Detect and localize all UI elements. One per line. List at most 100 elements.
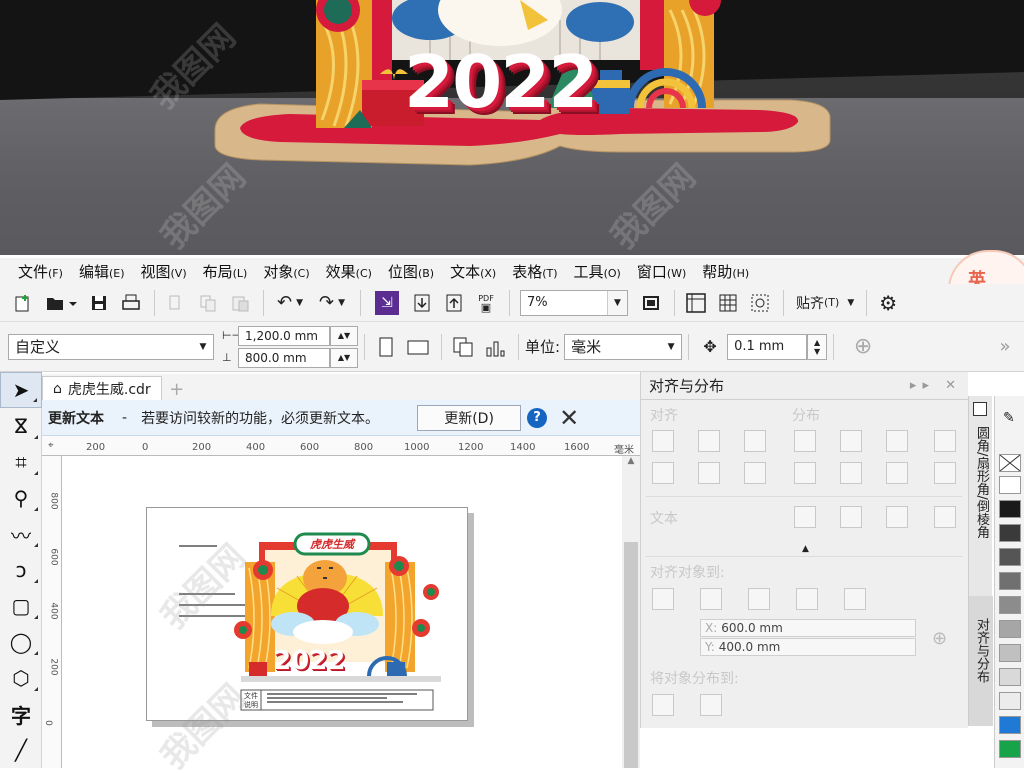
all-pages-icon[interactable] [448, 332, 478, 362]
menu-object[interactable]: 对象(C) [255, 261, 317, 282]
page-height-input[interactable]: 800.0 mm [238, 347, 330, 368]
snap-to-dropdown[interactable]: 贴齐 (T) ▼ [796, 293, 854, 313]
align-to-point-icon[interactable] [844, 588, 866, 610]
height-spinner[interactable]: ▲▼ [330, 347, 358, 368]
text-tool-icon[interactable]: 字 [0, 696, 42, 732]
save-icon[interactable] [84, 288, 114, 318]
landscape-icon[interactable] [403, 332, 433, 362]
text-bbox-icon[interactable] [886, 506, 908, 528]
menu-text[interactable]: 文本(X) [442, 261, 504, 282]
freehand-tool-icon[interactable]: 〰 [0, 516, 42, 552]
help-icon[interactable]: ? [527, 407, 548, 428]
document-tab[interactable]: ⌂ 虎虎生威.cdr [42, 376, 162, 400]
distribute-bottom-icon[interactable] [934, 462, 956, 484]
align-right-icon[interactable] [744, 430, 766, 452]
artistic-media-icon[interactable]: ↄ [0, 552, 42, 588]
text-baseline-icon[interactable] [794, 506, 816, 528]
tab-align-distribute[interactable]: 对齐与分布 [971, 618, 991, 683]
current-page-icon[interactable] [480, 332, 510, 362]
rectangle-tool-icon[interactable]: ▢ [0, 588, 42, 624]
distribute-right-icon[interactable] [934, 430, 956, 452]
print-icon[interactable] [116, 288, 146, 318]
align-x-input[interactable]: X: 600.0 mm [700, 619, 916, 637]
publish-pdf-icon[interactable]: PDF ▣ [471, 288, 501, 318]
menu-tools[interactable]: 工具(O) [566, 261, 629, 282]
align-to-grid-icon[interactable] [796, 588, 818, 610]
align-left-icon[interactable] [652, 430, 674, 452]
align-center-v-icon[interactable] [698, 462, 720, 484]
new-document-icon[interactable] [8, 288, 38, 318]
line-tool-icon[interactable]: ╱ [0, 732, 42, 768]
color-swatch[interactable] [999, 548, 1021, 566]
text-line-icon[interactable] [840, 506, 862, 528]
show-grid-icon[interactable] [713, 288, 743, 318]
open-folder-icon[interactable] [40, 288, 82, 318]
ruler-corner-icon[interactable]: ⌖ [48, 440, 54, 451]
close-icon[interactable]: ✕ [559, 404, 579, 432]
horizontal-ruler[interactable]: 200 0 200 400 600 800 1000 1200 1400 160… [42, 436, 640, 456]
align-to-page-center-icon[interactable] [748, 588, 770, 610]
align-top-icon[interactable] [652, 462, 674, 484]
paste-icon[interactable] [225, 288, 255, 318]
align-center-h-icon[interactable] [698, 430, 720, 452]
collapse-arrow-icon[interactable]: ▲ [802, 544, 809, 554]
export-up-icon[interactable] [439, 288, 469, 318]
docker-controls[interactable]: ▸▸ ✕ [910, 378, 962, 393]
vertical-scrollbar[interactable]: ▲ [622, 456, 640, 768]
no-color-swatch[interactable] [999, 454, 1021, 472]
align-bottom-icon[interactable] [744, 462, 766, 484]
distribute-to-selection-icon[interactable] [652, 694, 674, 716]
menu-effects[interactable]: 效果(C) [318, 261, 380, 282]
shape-tool-icon[interactable]: ⴵ [0, 408, 42, 444]
import-down-icon[interactable] [407, 288, 437, 318]
distribute-middle-icon[interactable] [840, 462, 862, 484]
color-swatch[interactable] [999, 692, 1021, 710]
page-width-input[interactable]: 1,200.0 mm [238, 325, 330, 346]
menu-view[interactable]: 视图(V) [133, 261, 195, 282]
vertical-ruler[interactable]: 800 600 400 200 0 [42, 456, 62, 768]
color-swatch[interactable] [999, 644, 1021, 662]
undo-icon[interactable]: ↶ ▼ [270, 288, 310, 318]
color-swatch[interactable] [999, 620, 1021, 638]
color-swatch[interactable] [999, 500, 1021, 518]
polygon-tool-icon[interactable]: ⬡ [0, 660, 42, 696]
color-swatch[interactable] [999, 572, 1021, 590]
nudge-distance-input[interactable]: 0.1 mm [727, 333, 808, 360]
scroll-up-icon[interactable]: ▲ [622, 456, 640, 466]
distribute-center-icon[interactable] [840, 430, 862, 452]
color-swatch[interactable] [999, 668, 1021, 686]
options-gear-icon[interactable]: ⚙ [873, 288, 903, 318]
copy-icon[interactable] [193, 288, 223, 318]
menu-window[interactable]: 窗口(W) [629, 261, 694, 282]
distribute-spacing-icon[interactable] [886, 430, 908, 452]
eyedropper-icon[interactable]: ✎ [1003, 410, 1015, 426]
menu-table[interactable]: 表格(T) [504, 261, 565, 282]
scrollbar-thumb[interactable] [624, 542, 638, 768]
import-icon[interactable]: ⇲ [375, 290, 399, 315]
nudge-spinner[interactable]: ▲ ▼ [807, 333, 828, 360]
distribute-to-page-icon[interactable] [700, 694, 722, 716]
add-preset-icon[interactable]: ⊕ [848, 332, 878, 362]
portrait-icon[interactable] [371, 332, 401, 362]
pick-tool-icon[interactable]: ➤ [0, 372, 42, 408]
cut-icon[interactable] [161, 288, 191, 318]
distribute-top-icon[interactable] [794, 462, 816, 484]
add-tab-icon[interactable]: + [166, 378, 188, 400]
full-screen-icon[interactable] [636, 288, 666, 318]
show-guidelines-icon[interactable] [745, 288, 775, 318]
text-outline-icon[interactable] [934, 506, 956, 528]
add-point-icon[interactable]: ⊕ [932, 628, 947, 649]
align-to-active-icon[interactable] [652, 588, 674, 610]
zoom-tool-icon[interactable]: ⚲ [0, 480, 42, 516]
color-swatch[interactable] [999, 596, 1021, 614]
color-swatch[interactable] [999, 476, 1021, 494]
overflow-chevron-icon[interactable]: » [990, 332, 1020, 362]
units-select[interactable]: 毫米 ▼ [564, 333, 683, 360]
document-page[interactable]: 虎虎生威 2022 文件 说明 [146, 507, 468, 721]
ellipse-tool-icon[interactable]: ◯ [0, 624, 42, 660]
zoom-level-select[interactable]: 7% ▼ [520, 289, 628, 316]
color-swatch[interactable] [999, 716, 1021, 734]
page-size-select[interactable]: 自定义 ▼ [8, 333, 214, 360]
color-swatch[interactable] [999, 524, 1021, 542]
align-y-input[interactable]: Y: 400.0 mm [700, 638, 916, 656]
